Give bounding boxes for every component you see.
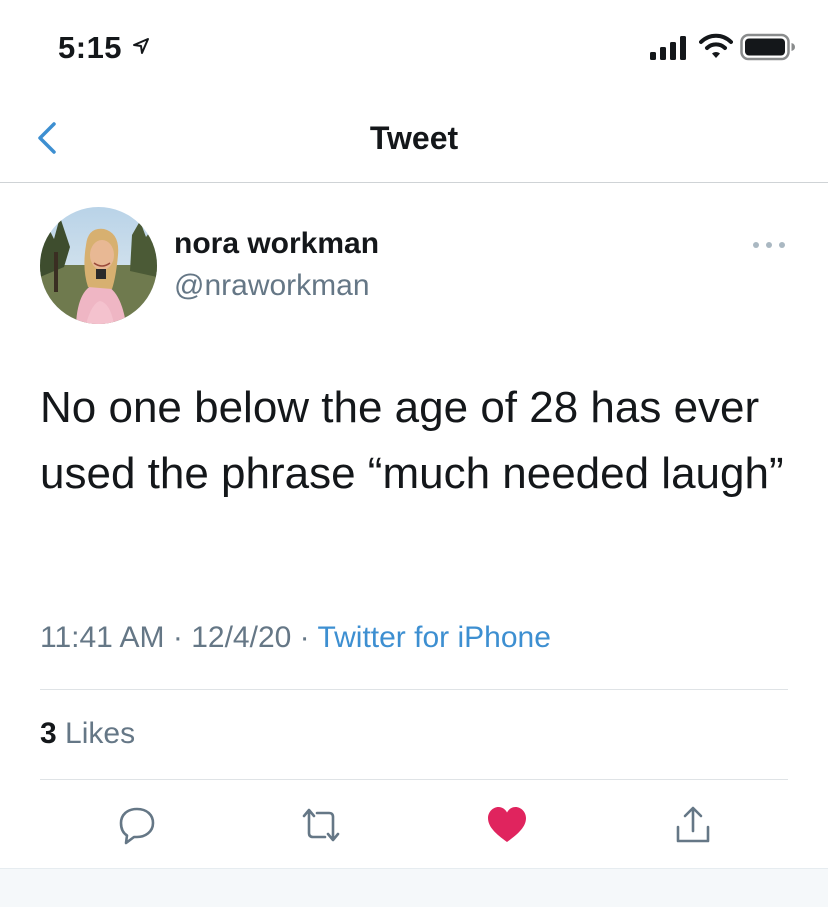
- heart-icon[interactable]: [486, 805, 528, 845]
- signal-icon: [650, 36, 686, 60]
- likes-count: 3: [40, 717, 57, 750]
- divider: [40, 689, 788, 690]
- bottom-band: [0, 868, 828, 907]
- status-bar: 5:15: [0, 0, 828, 90]
- share-icon[interactable]: [673, 805, 713, 845]
- location-arrow-icon: [133, 38, 149, 54]
- display-name[interactable]: nora workman: [174, 227, 379, 261]
- avatar-photo: [40, 207, 157, 324]
- battery-icon: [740, 33, 795, 61]
- tweet-detail-screen: 5:15 Tweet nora workman @nraworkman No o…: [0, 0, 828, 907]
- meta-separator: ·: [172, 621, 183, 654]
- nav-bar: Tweet: [0, 90, 828, 183]
- tweet-date: 12/4/20: [191, 621, 292, 654]
- retweet-icon[interactable]: [300, 805, 342, 845]
- reply-icon[interactable]: [117, 805, 157, 845]
- tweet-text: No one below the age of 28 has ever used…: [40, 383, 784, 498]
- meta-separator: ·: [299, 621, 310, 654]
- avatar[interactable]: [40, 207, 157, 324]
- user-handle[interactable]: @nraworkman: [174, 269, 370, 303]
- page-title: Tweet: [369, 120, 459, 156]
- tweet-meta: 11:41 AM · 12/4/20 · Twitter for iPhone: [40, 621, 551, 655]
- likes-label: Likes: [65, 717, 136, 750]
- more-horizontal-icon[interactable]: [752, 240, 786, 250]
- tweet-action-bar: [0, 780, 828, 868]
- status-time: 5:15: [58, 30, 123, 65]
- tweet-time: 11:41 AM: [40, 621, 165, 654]
- wifi-icon: [699, 33, 733, 58]
- tweet-source-link[interactable]: Twitter for iPhone: [317, 621, 550, 654]
- likes-summary[interactable]: 3 Likes: [40, 717, 135, 751]
